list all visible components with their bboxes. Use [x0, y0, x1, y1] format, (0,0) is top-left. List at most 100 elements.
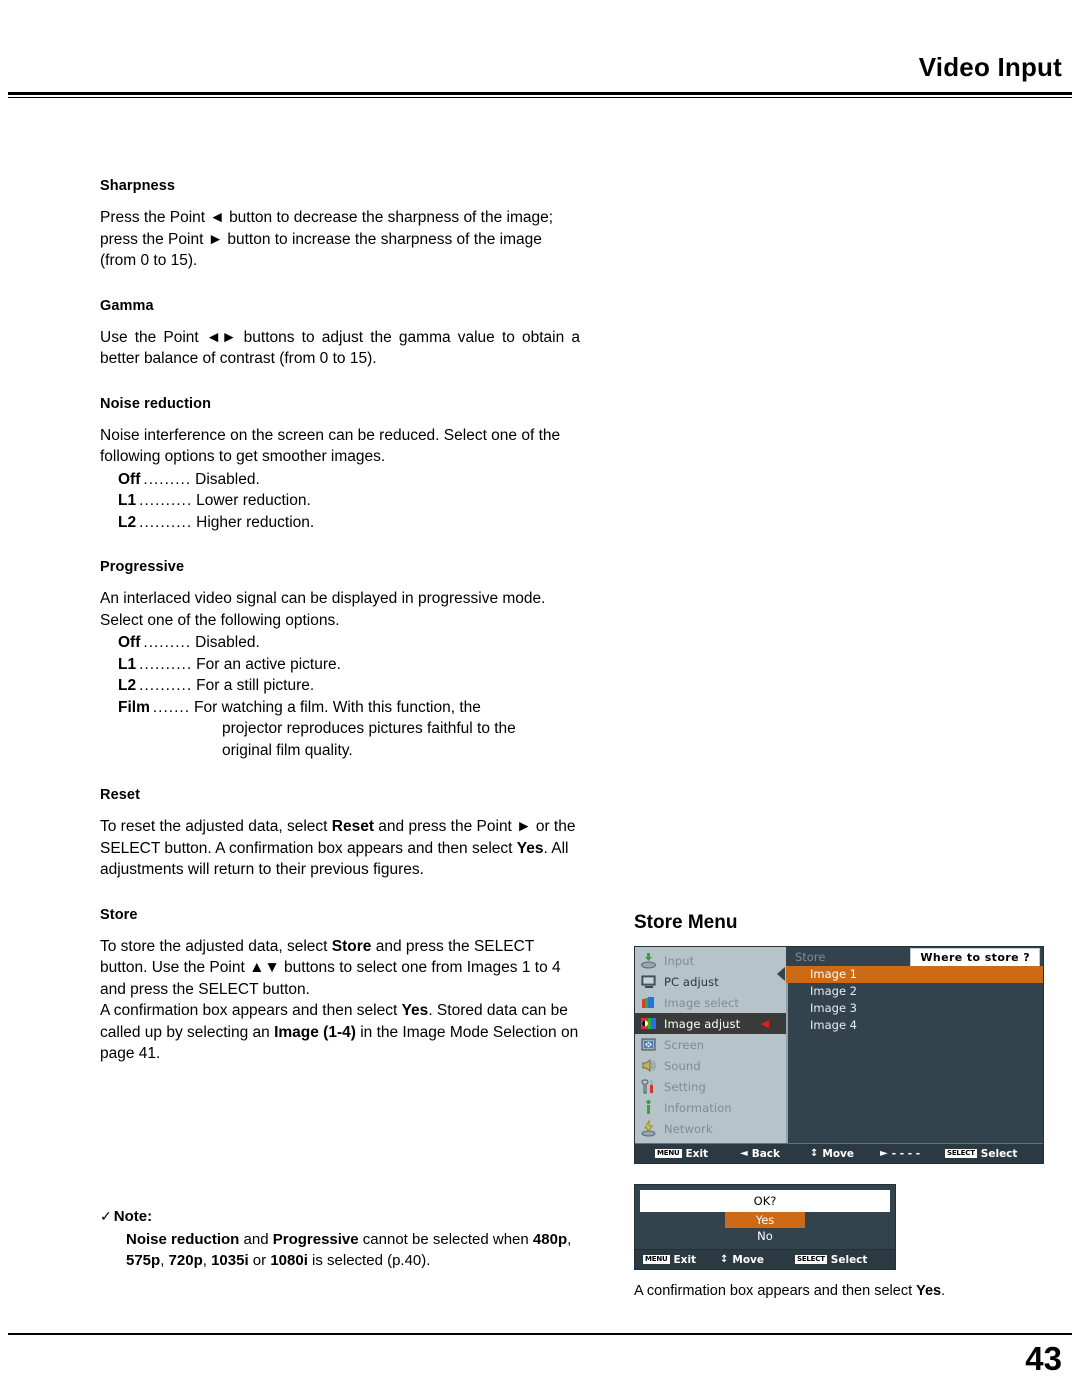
- hint-exit: MENU Exit: [655, 1148, 708, 1160]
- section-heading: Sharpness: [100, 178, 176, 194]
- osd-sidebar-item-label: Sound: [664, 1058, 701, 1073]
- osd-option-image-1[interactable]: Image 1: [777, 966, 1043, 983]
- osd-store-menu: Input PC adjust Image select Image adjust ◄ S…: [634, 946, 1044, 1164]
- text-run: 720p: [168, 1252, 203, 1269]
- hint-move: ↕ Move: [810, 1148, 854, 1160]
- definition-description: Higher reduction.: [196, 513, 315, 531]
- osd-main-pane: Store Where to store ? Image 1 Image 2 Ima…: [777, 947, 1043, 1143]
- text-run: Store: [331, 937, 372, 955]
- osd-sidebar: Input PC adjust Image select Image adjust ◄ S…: [635, 947, 795, 1143]
- text-run: Noise reduction: [126, 1231, 240, 1248]
- definition-term: L2: [118, 677, 137, 694]
- section-paragraph: Use the Point ◄► buttons to adjust the g…: [100, 328, 580, 368]
- network-icon: [640, 1119, 657, 1137]
- text-run: Yes: [516, 839, 544, 857]
- osd-sidebar-item-image-select[interactable]: Image select: [635, 992, 786, 1013]
- text-run: or: [248, 1252, 271, 1269]
- osd-option-image-3[interactable]: Image 3: [786, 1000, 1043, 1017]
- chevron-left-icon: ◄: [758, 1015, 772, 1031]
- check-icon: ✓: [100, 1208, 112, 1224]
- osd-body: Input PC adjust Image select Image adjust ◄ S…: [635, 947, 1043, 1143]
- osd-sidebar-item-input[interactable]: Input: [635, 950, 786, 971]
- osd-pane-title: Store: [795, 950, 826, 964]
- hint-label: - - - -: [891, 1147, 921, 1160]
- osd-option-label: Image 4: [810, 1018, 857, 1032]
- definition-leader: ..........: [139, 677, 193, 694]
- note-heading: ✓ Note:: [100, 1208, 580, 1225]
- osd-sidebar-item-image-adjust[interactable]: Image adjust ◄: [635, 1013, 795, 1034]
- definition-description: For watching a film. With this function,…: [194, 698, 481, 716]
- text-run: A confirmation box appears and then sele…: [634, 1283, 917, 1299]
- text-run: is selected (p.40).: [307, 1252, 431, 1269]
- definition-continuation: projector reproduces pictures faithful t…: [222, 720, 516, 737]
- confirmation-box: OK? Yes No: [634, 1184, 896, 1250]
- hint-select: SELECT Select: [945, 1148, 1017, 1160]
- hint-glyph-icon: ►: [880, 1148, 888, 1159]
- hint-exit: MENU Exit: [643, 1254, 696, 1266]
- osd-sidebar-item-label: Screen: [664, 1037, 705, 1052]
- hint-glyph-icon: ↕: [720, 1254, 729, 1265]
- osd-sidebar-item-setting[interactable]: Setting: [635, 1076, 786, 1097]
- main-text-column: Sharpness Press the Point ◄ button to dec…: [100, 178, 580, 1091]
- definition-row: L2.......... Higher reduction.: [118, 512, 580, 534]
- text-run: ,: [202, 1252, 212, 1269]
- text-run: ,: [160, 1252, 169, 1269]
- definition-description: Disabled.: [195, 470, 260, 488]
- text-run: To store the adjusted data, select: [100, 937, 332, 955]
- hint-label: Back: [751, 1147, 780, 1160]
- section-heading: Reset: [100, 787, 140, 803]
- confirmation-hint-bar: MENU Exit ↕ Move SELECT Select: [634, 1250, 896, 1270]
- osd-pane-header: Store Where to store ?: [786, 947, 1043, 967]
- text-run: To reset the adjusted data, select: [100, 818, 332, 835]
- definition-leader: ..........: [139, 655, 193, 673]
- definition-description: For an active picture.: [196, 655, 341, 673]
- osd-sidebar-item-label: Image adjust: [664, 1016, 741, 1031]
- osd-sidebar-item-label: Information: [664, 1100, 732, 1115]
- osd-option-image-4[interactable]: Image 4: [786, 1017, 1043, 1034]
- note-label: Note:: [113, 1208, 153, 1225]
- confirmation-no-option[interactable]: No: [640, 1228, 890, 1244]
- keycap-select: SELECT: [795, 1255, 827, 1264]
- figure-title: Store Menu: [634, 912, 738, 933]
- keycap-menu: MENU: [655, 1149, 682, 1158]
- osd-option-label: Image 1: [810, 967, 857, 981]
- text-run: and: [239, 1231, 273, 1248]
- keycap-menu: MENU: [643, 1255, 670, 1264]
- footer-rule: [8, 1333, 1072, 1335]
- definition-term: Off: [118, 634, 141, 651]
- definition-row: L2.......... For a still picture.: [118, 675, 580, 697]
- osd-option-image-2[interactable]: Image 2: [786, 983, 1043, 1000]
- section-paragraph: An interlaced video signal can be displa…: [100, 590, 546, 629]
- definition-term: Off: [118, 470, 141, 488]
- section-heading: Store: [100, 906, 138, 923]
- osd-sidebar-item-network[interactable]: Network: [635, 1118, 786, 1139]
- hint-label: Select: [980, 1147, 1018, 1160]
- definition-term: L2: [118, 513, 137, 531]
- osd-sidebar-item-label: Image select: [664, 995, 740, 1010]
- section-heading: Progressive: [100, 559, 185, 575]
- definition-leader: ..........: [139, 513, 193, 531]
- confirmation-yes-option[interactable]: Yes: [725, 1212, 805, 1228]
- text-run: 575p: [126, 1252, 161, 1269]
- definition-row: L1.......... For an active picture.: [118, 654, 580, 676]
- hint-label: Move: [732, 1253, 765, 1266]
- text-run: 1035i: [211, 1252, 249, 1269]
- section-store: Store To store the adjusted data, select …: [100, 907, 580, 1065]
- hint-select: SELECT Select: [795, 1254, 867, 1266]
- section-heading: Gamma: [100, 297, 154, 314]
- section-paragraph-2: A confirmation box appears and then sele…: [100, 1000, 580, 1065]
- definition-description: Lower reduction.: [196, 492, 311, 509]
- speaker-icon: [640, 1057, 657, 1074]
- hint-glyph-icon: ◄: [740, 1148, 748, 1159]
- hint-move: ↕ Move: [720, 1254, 764, 1266]
- section-paragraph: Press the Point ◄ button to decrease the…: [100, 209, 554, 269]
- osd-sidebar-item-pc-adjust[interactable]: PC adjust: [635, 971, 786, 992]
- osd-sidebar-item-screen[interactable]: Screen: [635, 1034, 786, 1055]
- osd-sidebar-item-sound[interactable]: Sound: [635, 1055, 786, 1076]
- text-run: Progressive: [272, 1231, 359, 1248]
- tools-icon: [640, 1078, 657, 1095]
- section-reset: Reset To reset the adjusted data, select …: [100, 787, 580, 881]
- hint-glyph-icon: ↕: [810, 1148, 819, 1159]
- osd-sidebar-item-information[interactable]: Information: [635, 1097, 786, 1118]
- osd-sidebar-item-label: Setting: [664, 1079, 706, 1094]
